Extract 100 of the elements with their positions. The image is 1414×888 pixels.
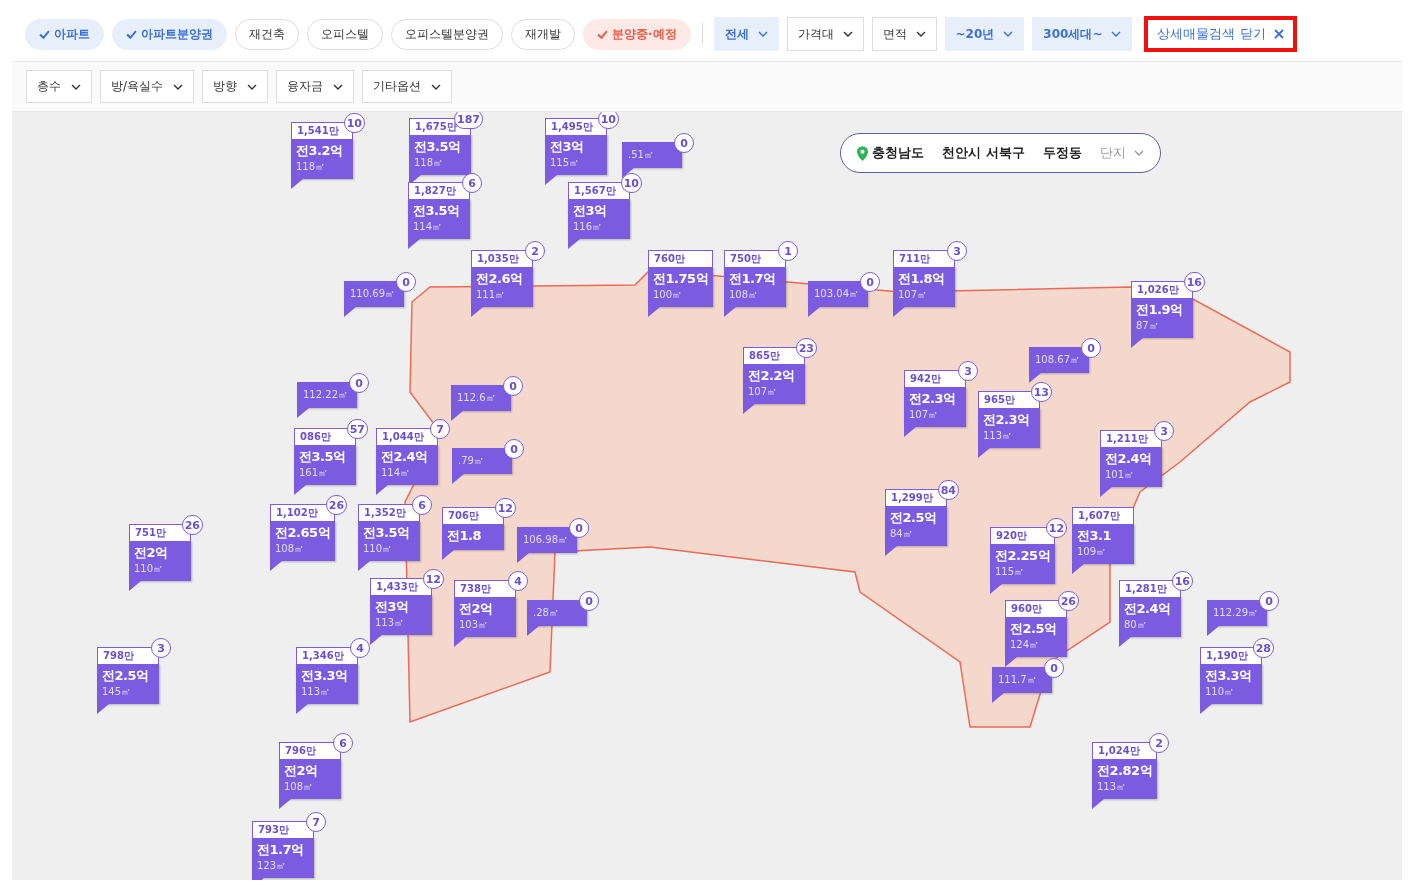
marker-card[interactable]: 전3.3억 110㎡ — [1200, 664, 1262, 704]
area-label: 115㎡ — [550, 156, 581, 170]
count-badge: 3 — [151, 638, 171, 658]
marker-card[interactable]: 전2억 103㎡ — [454, 597, 516, 637]
area-label: 114㎡ — [413, 220, 444, 234]
marker-card[interactable]: 전1.8억 107㎡ — [893, 267, 955, 307]
deposit-price: 전1.9억 — [1136, 301, 1184, 319]
area-label: 116㎡ — [573, 220, 604, 234]
count-badge: 3 — [947, 241, 967, 261]
property-type-chip[interactable]: 분양중·예정 — [583, 18, 691, 50]
breadcrumb-item[interactable]: 두정동 — [1042, 144, 1082, 162]
marker-card[interactable]: 전2.2억 107㎡ — [743, 364, 805, 404]
marker-card[interactable]: 103.04㎡ — [808, 281, 868, 307]
marker-card[interactable]: 전3억 116㎡ — [568, 199, 630, 239]
filter-dropdown[interactable]: 가격대 — [786, 17, 864, 51]
check-icon — [126, 29, 137, 39]
marker-card[interactable]: 112.29㎡ — [1207, 600, 1267, 626]
count-badge: 28 — [1252, 638, 1274, 658]
marker-card[interactable]: 전3.1 109㎡ — [1072, 524, 1134, 564]
area-label: 108㎡ — [275, 542, 306, 556]
deposit-price: 전1.8 — [447, 527, 483, 545]
breadcrumb-item[interactable]: 천안시 서북구 — [942, 144, 1025, 162]
deposit-price: 전2억 — [284, 762, 319, 780]
detail-filter-dropdown[interactable]: 방향 — [202, 70, 269, 103]
marker-card[interactable]: 전3.5억 161㎡ — [294, 445, 356, 485]
marker-card[interactable]: 108.67㎡ — [1029, 347, 1089, 373]
marker-card[interactable]: 전1.7억 108㎡ — [724, 267, 786, 307]
breadcrumb-item[interactable]: 충청남도 — [872, 144, 924, 162]
detail-filter-dropdown[interactable]: 방/욕실수 — [100, 70, 195, 103]
deposit-price: 전3.3억 — [1205, 667, 1253, 685]
deposit-price: 전2.4억 — [381, 448, 429, 466]
count-badge: 1 — [778, 241, 798, 261]
chevron-icon — [71, 83, 81, 90]
area-label: 110.69㎡ — [350, 287, 396, 301]
marker-card[interactable]: 전1.75억 100㎡ — [648, 267, 714, 307]
area-label: 113㎡ — [301, 685, 332, 699]
property-type-chip[interactable]: 오피스텔분양권 — [391, 18, 503, 50]
marker-card[interactable]: 전1.7억 123㎡ — [252, 838, 314, 878]
marker-card[interactable]: 전3.5억 118㎡ — [409, 135, 471, 175]
chevron-icon — [173, 83, 184, 90]
marker-card[interactable]: 전3.5억 110㎡ — [358, 521, 420, 561]
detail-filter-dropdown[interactable]: 층수 — [26, 70, 92, 103]
marker-card[interactable]: 전2.25억 115㎡ — [990, 544, 1056, 584]
unit-price-label: 711만 — [893, 250, 955, 267]
detail-filter-dropdown[interactable]: 융자금 — [276, 70, 355, 103]
marker-card[interactable]: 112.6㎡ — [451, 385, 511, 411]
marker-card[interactable]: 전2.82억 113㎡ — [1092, 759, 1158, 799]
marker-card[interactable]: 전2.3억 107㎡ — [904, 387, 966, 427]
map-background[interactable] — [12, 112, 1402, 880]
marker-card[interactable]: 전3.3억 113㎡ — [296, 664, 358, 704]
marker-card[interactable]: 전2.5억 84㎡ — [885, 506, 947, 546]
property-type-chip[interactable]: 아파트분양권 — [112, 18, 227, 50]
marker-card[interactable]: 106.98㎡ — [517, 527, 577, 553]
marker-card[interactable]: 전2.6억 111㎡ — [471, 267, 533, 307]
marker-card[interactable]: 전3억 115㎡ — [545, 135, 607, 175]
marker-card[interactable]: 111.7㎡ — [992, 667, 1052, 693]
filter-dropdown[interactable]: 전세 — [713, 17, 779, 51]
chevron-icon — [1111, 31, 1122, 37]
marker-card[interactable]: 전1.8 — [442, 524, 504, 550]
filter-dropdown[interactable]: 300세대~ — [1032, 17, 1133, 51]
filter-dropdown[interactable]: ~20년 — [944, 17, 1025, 51]
marker-card[interactable]: 전2억 110㎡ — [129, 541, 191, 581]
marker-card[interactable]: 전2.65억 108㎡ — [270, 521, 336, 561]
marker-card[interactable]: 전1.9억 87㎡ — [1131, 298, 1193, 338]
marker-card[interactable]: .51㎡ — [622, 142, 682, 168]
chevron-icon — [757, 31, 768, 37]
unit-price-label: 760만 — [648, 250, 714, 267]
marker-card[interactable]: 전2억 108㎡ — [279, 759, 341, 799]
complex-dropdown[interactable]: 단지 — [1099, 144, 1144, 162]
area-label: .79㎡ — [458, 454, 485, 468]
property-type-chip[interactable]: 아파트 — [25, 18, 104, 50]
marker-card[interactable]: 전2.4억 80㎡ — [1119, 597, 1181, 637]
chevron-icon — [915, 31, 926, 37]
unit-price-label: 798만 — [97, 647, 159, 664]
marker-card[interactable]: .79㎡ — [452, 448, 512, 474]
area-label: 113㎡ — [983, 429, 1014, 443]
check-icon — [597, 29, 608, 39]
count-badge: 57 — [346, 419, 368, 439]
filter-dropdown[interactable]: 면적 — [871, 17, 937, 51]
marker-card[interactable]: 112.22㎡ — [297, 382, 357, 408]
marker-card[interactable]: 전2.4억 101㎡ — [1100, 447, 1162, 487]
deposit-price: 전2.25억 — [995, 547, 1051, 565]
marker-card[interactable]: 전3.5억 114㎡ — [408, 199, 470, 239]
location-breadcrumb[interactable]: 충청남도 천안시 서북구 두정동 단지 — [840, 133, 1161, 173]
marker-card[interactable]: .28㎡ — [527, 600, 587, 626]
property-type-chip[interactable]: 오피스텔 — [307, 18, 383, 50]
marker-card[interactable]: 전2.3억 113㎡ — [978, 408, 1040, 448]
marker-card[interactable]: 전2.5억 124㎡ — [1005, 617, 1067, 657]
area-label: 124㎡ — [1010, 638, 1041, 652]
property-type-chip[interactable]: 재건축 — [235, 18, 299, 50]
deposit-price: 전2억 — [459, 600, 494, 618]
marker-card[interactable]: 전2.5억 145㎡ — [97, 664, 159, 704]
marker-card[interactable]: 전3.2억 118㎡ — [291, 139, 353, 179]
marker-card[interactable]: 110.69㎡ — [344, 281, 404, 307]
marker-card[interactable]: 전3억 113㎡ — [370, 595, 432, 635]
marker-card[interactable]: 전2.4억 114㎡ — [376, 445, 438, 485]
detail-filter-dropdown[interactable]: 기타옵션 — [362, 70, 453, 103]
close-detail-search-button[interactable]: 상세매물검색 닫기 — [1144, 16, 1297, 52]
property-type-chip[interactable]: 재개발 — [511, 18, 575, 50]
area-label: 80㎡ — [1124, 618, 1148, 632]
